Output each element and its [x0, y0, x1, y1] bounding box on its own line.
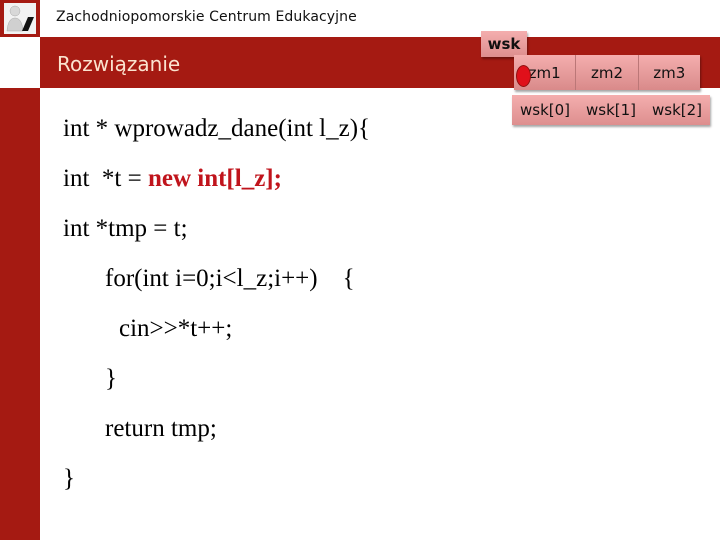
pointer-label-box: wsk	[481, 31, 527, 57]
index-labels-row: wsk[0] wsk[1] wsk[2]	[512, 95, 710, 125]
code-line-1: int * wprowadz_dane(int l_z){	[63, 115, 371, 142]
memory-cell-label: zm1	[528, 63, 561, 82]
pointer-marker-icon	[516, 65, 531, 87]
memory-cell-label: zm2	[590, 63, 623, 82]
code-line-8: }	[63, 465, 75, 492]
left-sidebar-bar	[0, 88, 40, 540]
person-at-laptop-icon	[4, 3, 36, 34]
code-line-3: int *tmp = t;	[63, 215, 188, 242]
index-label: wsk[2]	[651, 101, 703, 119]
code-line-7: return tmp;	[105, 415, 217, 442]
memory-cell-label: zm3	[653, 63, 686, 82]
code-line-5: cin>>*t++;	[119, 315, 233, 342]
code-line-2-plain: int *t =	[63, 165, 148, 192]
slide-title: Rozwiązanie	[57, 52, 181, 76]
memory-cell: zm3	[638, 55, 700, 90]
memory-cell: zm1	[514, 55, 577, 90]
logo-frame	[0, 0, 40, 37]
code-line-6: }	[105, 365, 117, 392]
code-line-4: for(int i=0;i<l_z;i++) {	[105, 265, 355, 292]
code-line-2-highlight: new int[l_z];	[147, 165, 282, 192]
code-line-2: int *t = new int[l_z];	[63, 165, 282, 193]
memory-cell: zm2	[576, 55, 639, 90]
index-label: wsk[1]	[585, 101, 637, 119]
index-label: wsk[0]	[519, 101, 571, 119]
organization-name: Zachodniopomorskie Centrum Edukacyjne	[56, 9, 357, 25]
memory-cells-row: zm1 zm2 zm3	[514, 55, 700, 90]
